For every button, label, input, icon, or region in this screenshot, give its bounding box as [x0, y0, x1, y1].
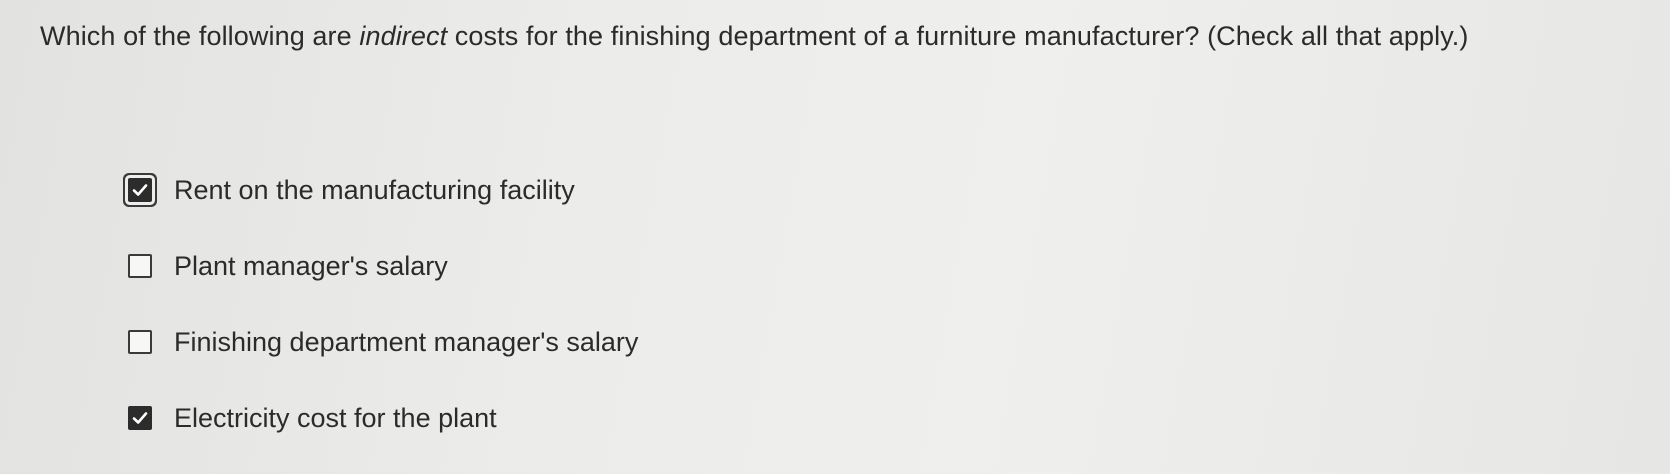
question-text: Which of the following are indirect cost… — [40, 18, 1650, 54]
checkbox-electricity[interactable] — [128, 406, 152, 430]
checkbox-plant-manager[interactable] — [128, 254, 152, 278]
checkbox-finishing-manager[interactable] — [128, 330, 152, 354]
option-label: Finishing department manager's salary — [174, 327, 639, 357]
question-text-emphasis: indirect — [359, 21, 448, 51]
option-label: Electricity cost for the plant — [174, 403, 497, 433]
option-plant-manager-salary[interactable]: Plant manager's salary — [128, 246, 638, 286]
option-electricity-cost-plant[interactable]: Electricity cost for the plant — [128, 398, 638, 438]
option-label: Plant manager's salary — [174, 251, 448, 281]
checkbox-rent[interactable] — [128, 178, 152, 202]
option-label: Rent on the manufacturing facility — [174, 175, 575, 205]
option-finishing-department-manager-salary[interactable]: Finishing department manager's salary — [128, 322, 638, 362]
question-text-before: Which of the following are — [40, 21, 360, 51]
checkmark-icon — [132, 412, 148, 424]
question-text-after: costs for the finishing department of a … — [447, 21, 1469, 51]
answer-options: Rent on the manufacturing facility Plant… — [128, 170, 638, 474]
option-rent-manufacturing-facility[interactable]: Rent on the manufacturing facility — [128, 170, 638, 210]
checkmark-icon — [132, 184, 148, 196]
